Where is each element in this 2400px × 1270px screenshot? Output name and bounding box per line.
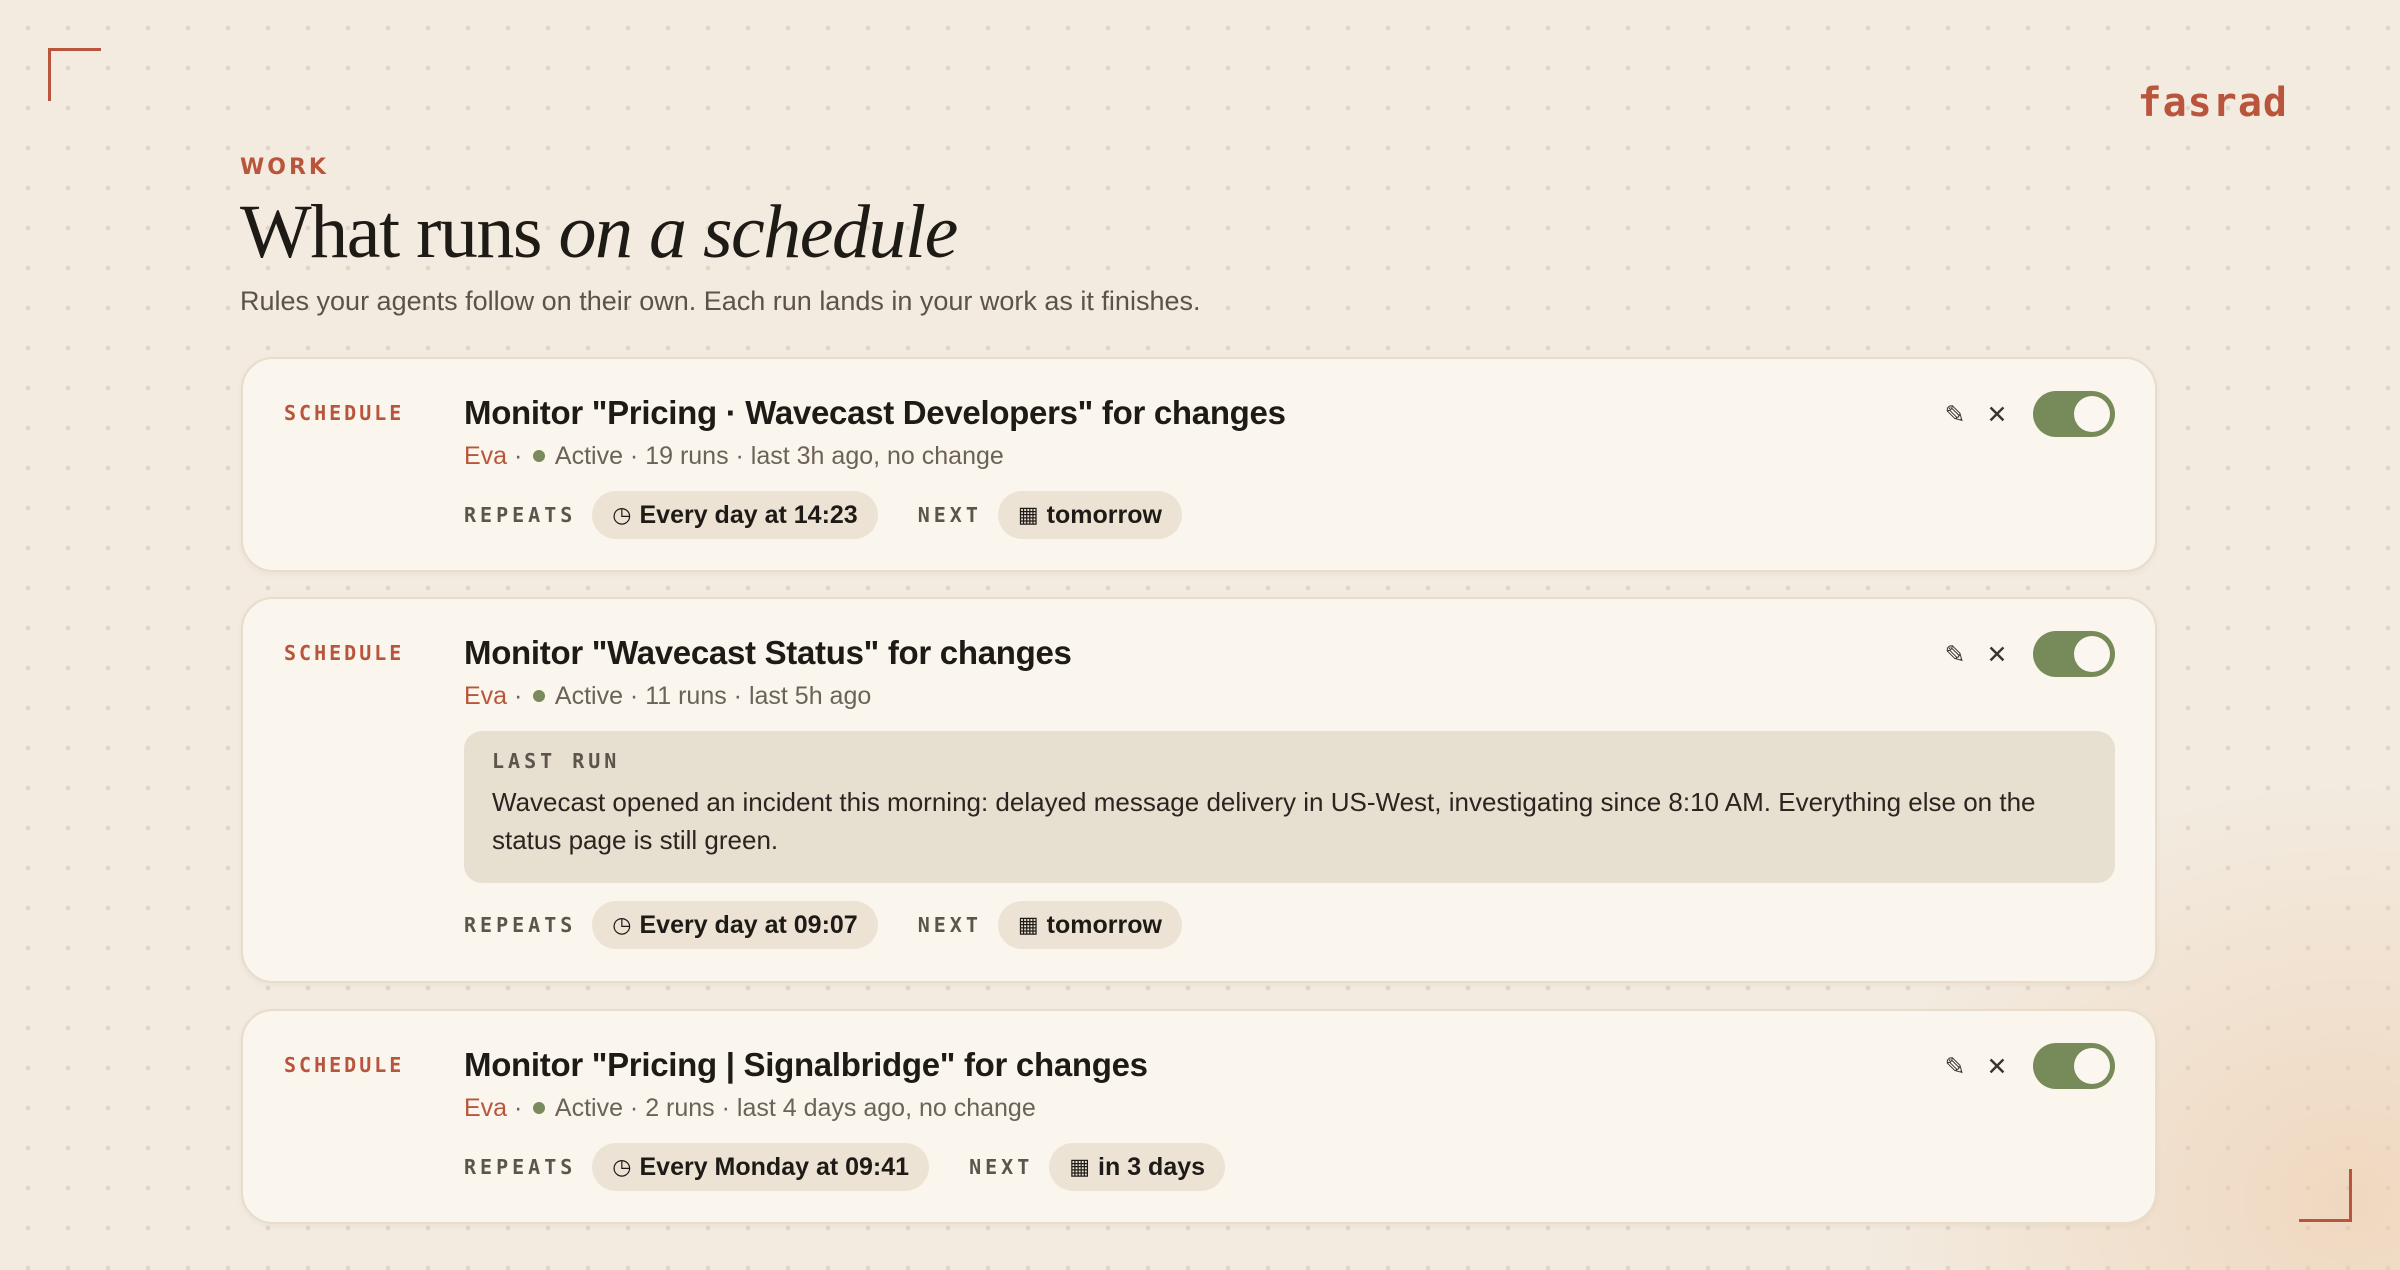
schedule-actions: ✎ ✕: [1933, 631, 2115, 677]
run-details: 11 runs · last 5h ago: [645, 682, 872, 710]
status-dot: [533, 1102, 546, 1114]
calendar-icon: ▦: [1069, 1154, 1091, 1180]
schedule-card: SCHEDULE Monitor "Pricing | Signalbridge…: [241, 1009, 2157, 1224]
page-title: What runs on a schedule: [240, 188, 2160, 276]
schedule-kicker: SCHEDULE: [284, 1053, 405, 1077]
close-icon[interactable]: ✕: [1977, 394, 2017, 434]
next-chip: ▦ tomorrow: [997, 491, 1182, 539]
schedule-title: Monitor "Pricing | Signalbridge" for cha…: [464, 1046, 1148, 1083]
repeats-chip: ◷ Every Monday at 09:41: [592, 1143, 930, 1191]
repeats-label: REPEATS: [464, 913, 577, 937]
corner-mark-bottom-right: [2299, 1169, 2352, 1222]
toggle-knob: [2074, 1048, 2110, 1084]
brand-logo: fasrad: [2137, 80, 2288, 126]
schedule-actions: ✎ ✕: [1933, 1043, 2115, 1089]
enable-toggle[interactable]: [2033, 631, 2115, 677]
repeats-value: Every day at 14:23: [639, 500, 858, 529]
schedule-meta: Eva · Active · 11 runs · last 5h ago: [464, 682, 872, 710]
repeats-value: Every Monday at 09:41: [639, 1152, 910, 1181]
last-run-text: Wavecast opened an incident this morning…: [492, 787, 2036, 855]
repeats-label: REPEATS: [464, 1155, 577, 1179]
schedule-row: REPEATS ◷ Every Monday at 09:41 NEXT ▦ in …: [464, 1143, 2115, 1191]
pencil-icon[interactable]: ✎: [1935, 634, 1975, 674]
last-run-label: LAST RUN: [492, 749, 621, 773]
next-chip: ▦ tomorrow: [997, 901, 1182, 949]
next-label: NEXT: [917, 913, 982, 937]
schedule-body: Monitor "Pricing | Signalbridge" for cha…: [464, 1045, 2115, 1191]
section-eyebrow: WORK: [240, 155, 329, 180]
next-value: tomorrow: [1046, 500, 1162, 529]
enable-toggle[interactable]: [2033, 391, 2115, 437]
repeats-chip: ◷ Every day at 09:07: [592, 901, 878, 949]
run-details: 2 runs · last 4 days ago, no change: [645, 1094, 1036, 1122]
schedule-card: SCHEDULE Monitor "Wavecast Status" for c…: [241, 597, 2157, 983]
last-run-panel: LAST RUN Wavecast opened an incident thi…: [464, 731, 2115, 883]
schedule-actions: ✎ ✕: [1933, 391, 2115, 437]
next-chip: ▦ in 3 days: [1049, 1143, 1226, 1191]
toggle-knob: [2074, 396, 2110, 432]
clock-icon: ◷: [612, 1154, 632, 1180]
schedule-kicker: SCHEDULE: [284, 641, 405, 665]
schedule-row: REPEATS ◷ Every day at 09:07 NEXT ▦ tomorr…: [464, 901, 2115, 949]
repeats-label: REPEATS: [464, 503, 577, 527]
next-label: NEXT: [969, 1155, 1034, 1179]
status-text: Active: [554, 442, 623, 470]
page-title-italic: on a schedule: [558, 190, 958, 274]
close-icon[interactable]: ✕: [1977, 634, 2017, 674]
owner-name: Eva: [464, 682, 508, 710]
pencil-icon[interactable]: ✎: [1935, 1046, 1975, 1086]
calendar-icon: ▦: [1017, 502, 1039, 528]
toggle-knob: [2074, 636, 2110, 672]
status-text: Active: [554, 682, 623, 710]
owner-name: Eva: [464, 442, 508, 470]
calendar-icon: ▦: [1017, 912, 1039, 938]
schedule-title: Monitor "Pricing · Wavecast Developers" …: [464, 394, 1286, 431]
schedule-body: Monitor "Pricing · Wavecast Developers" …: [464, 393, 2115, 539]
schedule-row: REPEATS ◷ Every day at 14:23 NEXT ▦ tomorr…: [464, 491, 2115, 539]
schedule-kicker: SCHEDULE: [284, 401, 405, 425]
next-label: NEXT: [917, 503, 982, 527]
pencil-icon[interactable]: ✎: [1935, 394, 1975, 434]
schedule-meta: Eva · Active · 19 runs · last 3h ago, no…: [464, 442, 1004, 470]
repeats-chip: ◷ Every day at 14:23: [592, 491, 878, 539]
owner-name: Eva: [464, 1094, 508, 1122]
status-dot: [533, 690, 546, 702]
page-title-plain: What runs: [240, 190, 559, 274]
clock-icon: ◷: [612, 502, 632, 528]
clock-icon: ◷: [612, 912, 632, 938]
schedule-title: Monitor "Wavecast Status" for changes: [464, 634, 1072, 671]
enable-toggle[interactable]: [2033, 1043, 2115, 1089]
close-icon[interactable]: ✕: [1977, 1046, 2017, 1086]
corner-mark-top-left: [48, 48, 101, 101]
status-dot: [533, 450, 546, 462]
schedule-body: Monitor "Wavecast Status" for changes Ev…: [464, 633, 2115, 949]
next-value: tomorrow: [1046, 910, 1162, 939]
schedule-meta: Eva · Active · 2 runs · last 4 days ago,…: [464, 1094, 1036, 1122]
schedule-card: SCHEDULE Monitor "Pricing · Wavecast Dev…: [241, 357, 2157, 572]
page-header: WORK What runs on a schedule Rules your …: [240, 155, 2160, 317]
page-subtitle: Rules your agents follow on their own. E…: [240, 286, 1201, 316]
next-value: in 3 days: [1098, 1152, 1206, 1181]
run-details: 19 runs · last 3h ago, no change: [645, 442, 1004, 470]
status-text: Active: [554, 1094, 623, 1122]
repeats-value: Every day at 09:07: [639, 910, 858, 939]
